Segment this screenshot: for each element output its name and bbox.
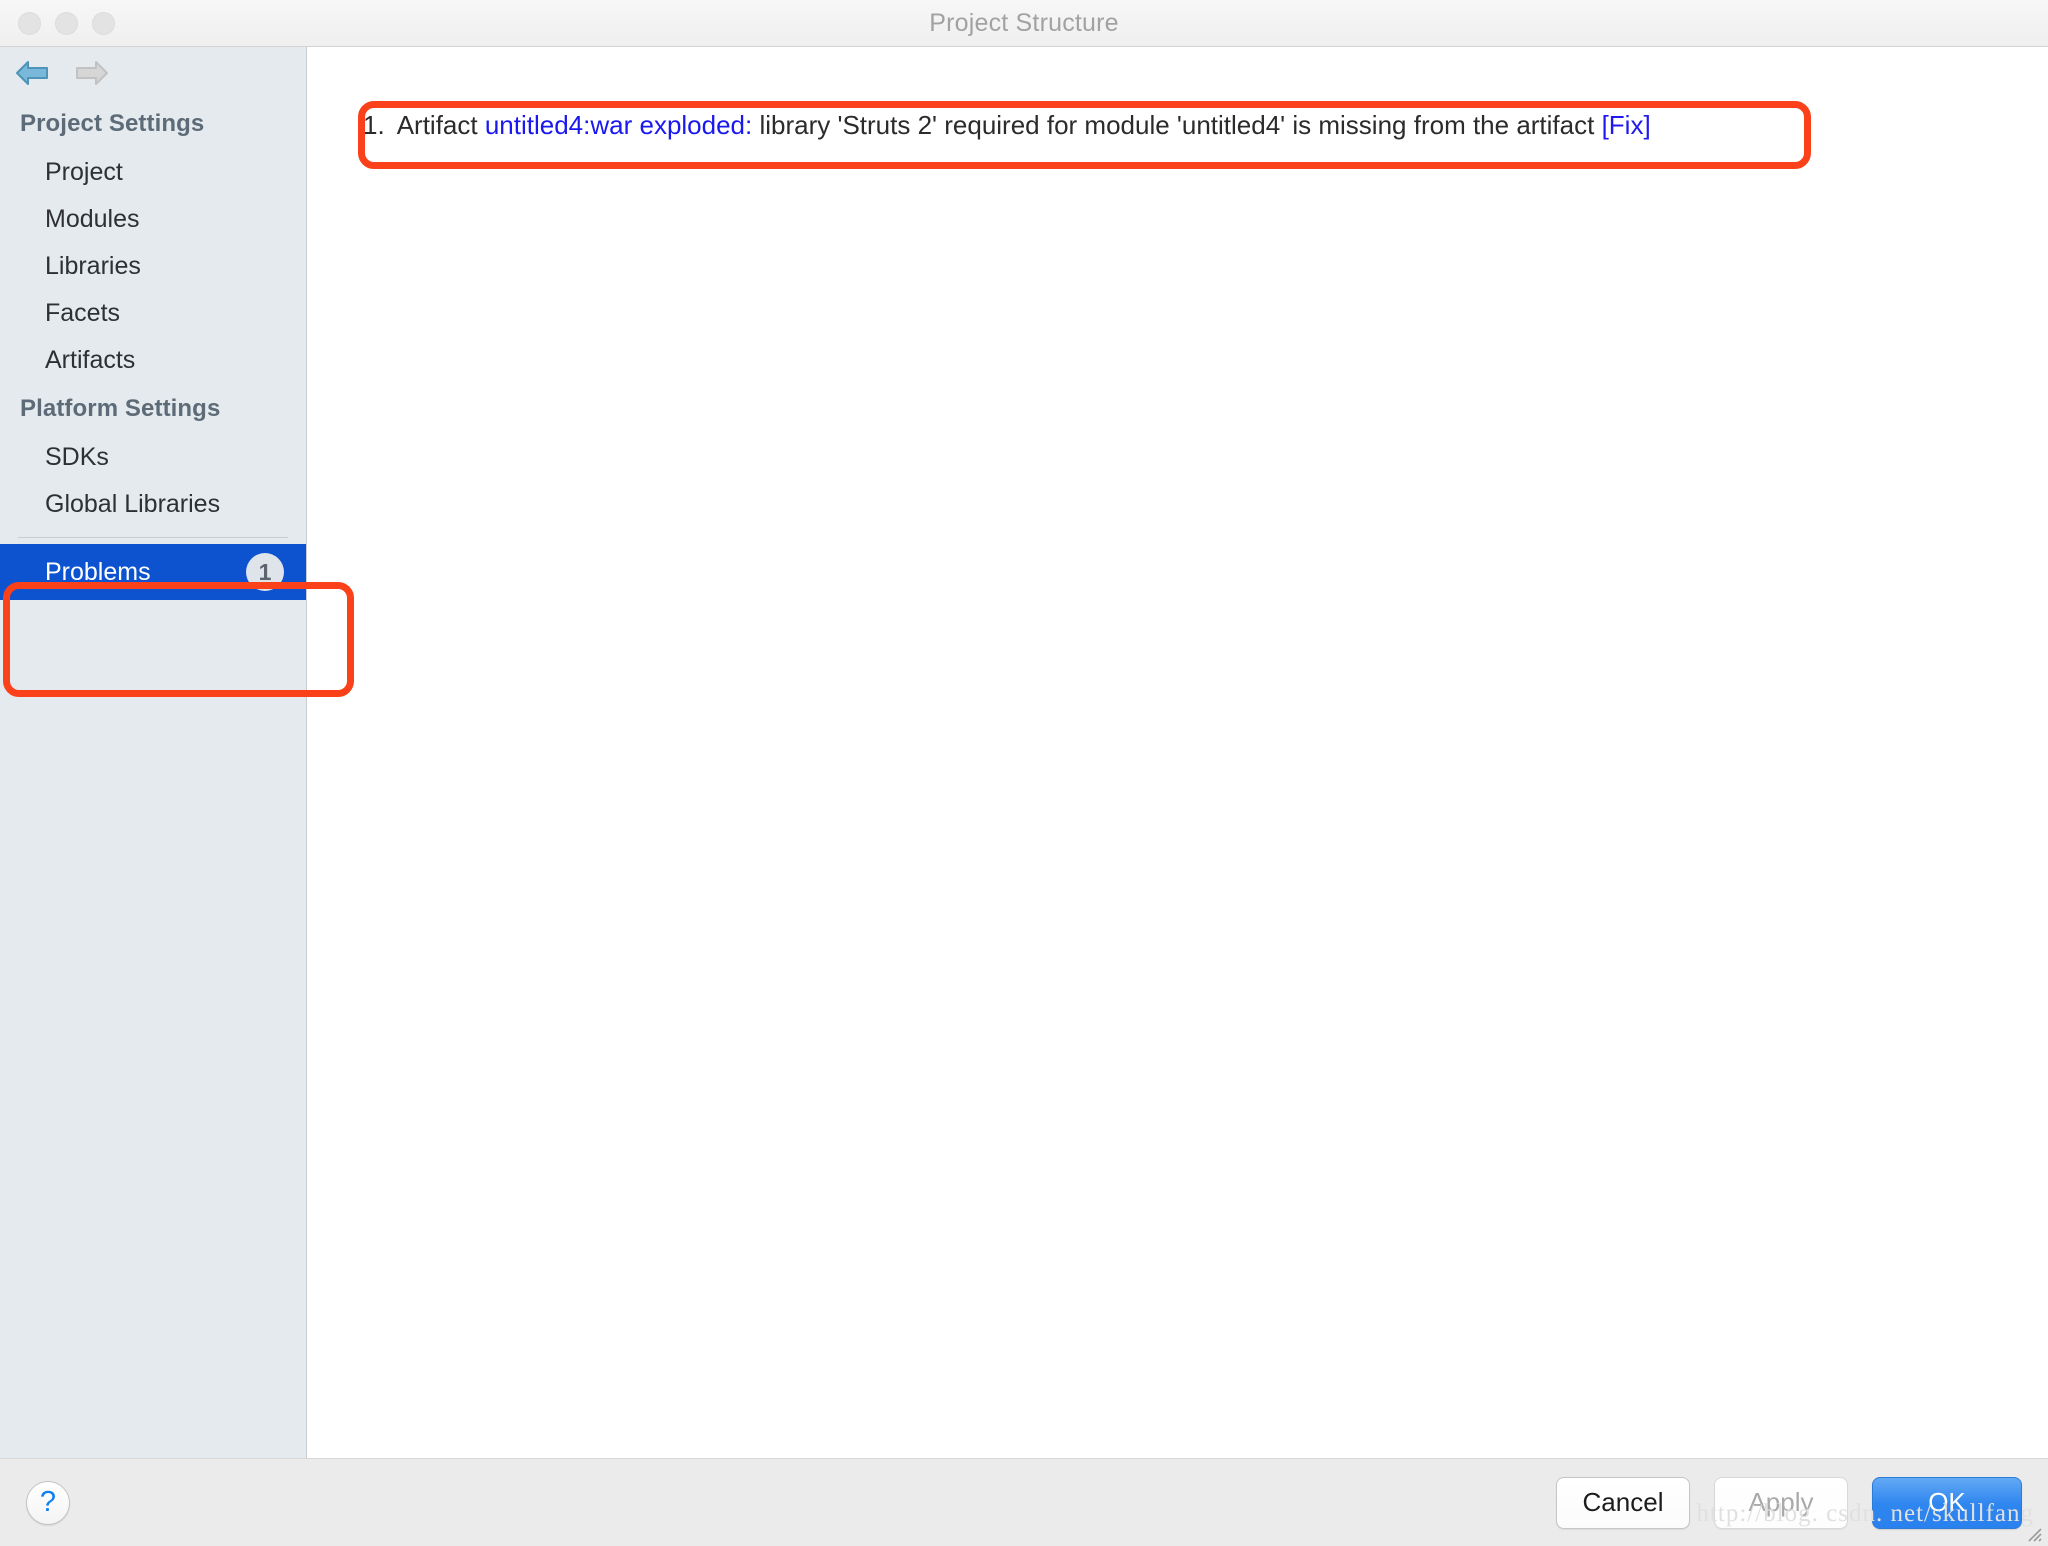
problem-index: 1. (363, 110, 385, 140)
problem-message: library 'Struts 2' required for module '… (759, 110, 1595, 140)
sidebar-item-artifacts[interactable]: Artifacts (0, 337, 306, 384)
resize-grip-icon[interactable] (2024, 1524, 2042, 1542)
help-button[interactable]: ? (26, 1480, 70, 1525)
sidebar-item-modules[interactable]: Modules (0, 196, 306, 243)
back-arrow-icon[interactable] (14, 58, 50, 88)
zoom-window-button[interactable] (92, 11, 115, 35)
sidebar-item-facets[interactable]: Facets (0, 290, 306, 337)
sidebar-group-header-platform-settings: Platform Settings (20, 395, 221, 422)
sidebar-item-problems-label: Problems (45, 557, 151, 586)
settings-sidebar: Project Settings Project Modules Librari… (0, 47, 307, 1458)
close-window-button[interactable] (18, 11, 41, 35)
sidebar-separator (18, 537, 288, 538)
sidebar-navigation-bar (0, 47, 306, 99)
problem-list-item[interactable]: 1. Artifact untitled4:war exploded: libra… (359, 103, 1811, 148)
sidebar-item-sdks[interactable]: SDKs (0, 434, 306, 481)
dialog-footer: ? Cancel Apply OK http://blog. csdn. net… (0, 1458, 2048, 1546)
forward-arrow-icon (76, 61, 108, 85)
sidebar-item-project[interactable]: Project (0, 149, 306, 196)
cancel-button[interactable]: Cancel (1556, 1476, 1690, 1529)
sidebar-item-problems[interactable]: Problems 1 (0, 544, 306, 600)
problem-prefix: Artifact (396, 110, 478, 140)
fix-link[interactable]: [Fix] (1602, 110, 1651, 140)
problems-content-panel: 1. Artifact untitled4:war exploded: libra… (307, 47, 2048, 1458)
dialog-body: Project Settings Project Modules Librari… (0, 47, 2048, 1458)
title-bar: Project Structure (0, 0, 2048, 47)
problems-count-badge: 1 (246, 553, 284, 591)
sidebar-item-libraries[interactable]: Libraries (0, 243, 306, 290)
artifact-link[interactable]: untitled4:war exploded: (485, 110, 752, 140)
window-title: Project Structure (929, 8, 1119, 37)
sidebar-group-header-project-settings: Project Settings (20, 110, 205, 137)
sidebar-item-global-libraries[interactable]: Global Libraries (0, 481, 306, 528)
minimize-window-button[interactable] (55, 11, 78, 35)
project-structure-dialog: Project Structure Project Settings Proje… (0, 0, 2048, 1546)
watermark-text: http://blog. csdn. net/skullfang (1696, 1500, 2034, 1527)
window-controls (18, 0, 115, 46)
